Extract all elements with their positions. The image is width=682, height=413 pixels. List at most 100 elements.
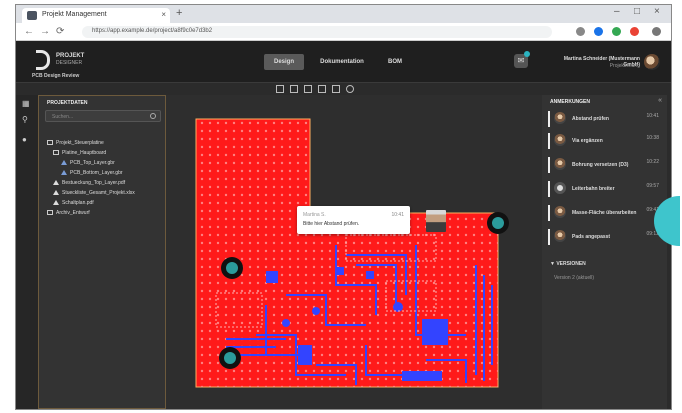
search-placeholder: Suchen... (52, 114, 74, 120)
comment-marker (548, 181, 550, 197)
logo-text: PROJEKT (56, 53, 85, 59)
tree-item[interactable]: PCB_Top_Layer.gbr (61, 160, 115, 166)
grid-icon[interactable]: ▦ (22, 99, 31, 108)
avatar (554, 206, 566, 218)
tree-item-label: Platine_Hauptboard (62, 150, 107, 156)
star-icon[interactable] (576, 27, 585, 36)
document-icon (53, 190, 59, 196)
comment-text: Via ergänzen (572, 138, 603, 144)
zoom-out-icon[interactable] (290, 85, 298, 93)
close-window-button[interactable]: × (654, 6, 660, 17)
comment-marker (548, 157, 550, 173)
url-field[interactable]: https://app.example.de/project/a8f9c0e7d… (82, 26, 552, 38)
extension-icon[interactable] (612, 27, 621, 36)
comment-item[interactable]: Masse-Fläche überarbeiten 09:41 (548, 203, 663, 223)
browser-window: Projekt Management × + – □ × ← → ⟳ https… (15, 4, 672, 410)
reload-button[interactable]: ⟳ (56, 26, 64, 37)
comment-item[interactable]: Bohrung versetzen (D3) 10:22 (548, 155, 663, 175)
user-role: Projektleitung (609, 63, 640, 69)
fit-view-icon[interactable] (304, 85, 312, 93)
document-icon (53, 200, 59, 206)
maximize-button[interactable]: □ (634, 6, 640, 17)
tab-bom[interactable]: BOM (380, 54, 410, 70)
document-icon (53, 180, 59, 186)
project-files-panel: PROJEKTDATEN Suchen... Projekt_Steuerpla… (38, 95, 166, 409)
tab-documentation[interactable]: Dokumentation (310, 54, 374, 70)
comment-item[interactable]: Pads angepasst 09:12 (548, 227, 663, 247)
comment-time: 10:41 (646, 113, 659, 119)
browser-tab[interactable]: Projekt Management × (22, 8, 170, 23)
tree-item-label: PCB_Bottom_Layer.gbr (70, 170, 123, 176)
comment-text: Pads angepasst (572, 234, 611, 240)
avatar (554, 158, 566, 170)
tree-item[interactable]: Projekt_Steuerplatine (47, 140, 104, 146)
avatar (554, 230, 566, 242)
minimize-button[interactable]: – (614, 6, 620, 17)
search-icon[interactable]: ⚲ (22, 115, 31, 124)
tree-item-label: Archiv_Entwurf (56, 210, 90, 216)
search-input[interactable]: Suchen... (45, 110, 161, 122)
new-tab-button[interactable]: + (176, 7, 182, 19)
comment-text: Abstand prüfen (572, 116, 609, 122)
tab-close-icon[interactable]: × (161, 10, 166, 19)
versions-section-title[interactable]: ▼ VERSIONEN (550, 261, 586, 267)
comment-time: 10:41 (391, 212, 404, 218)
comment-mode-icon[interactable] (346, 85, 354, 93)
measure-icon[interactable] (332, 85, 340, 93)
app-header: PROJEKT DESIGNER PCB Design Review Desig… (16, 41, 671, 83)
tab-design[interactable]: Design (264, 54, 304, 70)
folder-icon (47, 140, 53, 146)
folder-icon (47, 210, 53, 216)
layers-icon[interactable] (318, 85, 326, 93)
menu-icon[interactable] (652, 27, 661, 36)
search-icon (150, 113, 156, 119)
avatar (554, 134, 566, 146)
extension-icon[interactable] (594, 27, 603, 36)
tree-item-label: PCB_Top_Layer.gbr (70, 160, 115, 166)
folder-icon (53, 150, 59, 156)
section-title-label: VERSIONEN (556, 261, 586, 267)
comment-marker (548, 229, 550, 245)
comment-text: Bitte hier Abstand prüfen. (303, 221, 360, 227)
pcb-drawing (195, 118, 509, 388)
pcb-canvas[interactable] (166, 95, 542, 409)
tree-item[interactable]: Schaltplan.pdf (53, 200, 94, 206)
tree-item-label: Projekt_Steuerplatine (56, 140, 104, 146)
collapse-icon[interactable]: « (658, 97, 662, 104)
notification-badge (524, 51, 530, 57)
address-bar: ← → ⟳ https://app.example.de/project/a8f… (16, 23, 671, 41)
avatar[interactable] (644, 54, 660, 70)
comment-item[interactable]: Via ergänzen 10:38 (548, 131, 663, 151)
page-subtitle: PCB Design Review (32, 73, 80, 79)
layer-file-icon (61, 170, 67, 176)
panel-title: ANMERKUNGEN (550, 99, 590, 105)
avatar (554, 182, 566, 194)
tree-item-label: Schaltplan.pdf (62, 200, 94, 206)
comments-panel: ANMERKUNGEN « Abstand prüfen 10:41 Via e… (542, 95, 667, 409)
comment-text: Leiterbahn breiter (572, 186, 615, 192)
comment-item[interactable]: Leiterbahn breiter 09:57 (548, 179, 663, 199)
tree-item[interactable]: Stueckliste_Gesamt_Projekt.xlsx (53, 190, 135, 196)
tree-item-label: Stueckliste_Gesamt_Projekt.xlsx (62, 190, 135, 196)
panel-title: PROJEKTDATEN (47, 100, 88, 106)
comment-marker (548, 133, 550, 149)
tree-item[interactable]: Archiv_Entwurf (47, 210, 90, 216)
comment-text: Bohrung versetzen (D3) (572, 162, 629, 168)
extension-icon[interactable] (630, 27, 639, 36)
favicon-icon (27, 11, 37, 20)
comment-popup[interactable]: Martina S. 10:41 Bitte hier Abstand prüf… (297, 206, 410, 234)
comment-time: 09:57 (646, 183, 659, 189)
comment-item[interactable]: Abstand prüfen 10:41 (548, 109, 663, 129)
tree-item[interactable]: Bestueckung_Top_Layer.pdf (53, 180, 125, 186)
tree-item[interactable]: PCB_Bottom_Layer.gbr (61, 170, 123, 176)
dot-icon[interactable]: ● (22, 135, 31, 144)
zoom-in-icon[interactable] (276, 85, 284, 93)
version-item[interactable]: Version 2 (aktuell) (554, 275, 594, 281)
comment-author: Martina S. (303, 212, 326, 218)
comment-time: 10:38 (646, 135, 659, 141)
forward-button[interactable]: → (40, 26, 50, 37)
back-button[interactable]: ← (24, 26, 34, 37)
comment-marker (548, 111, 550, 127)
tree-item[interactable]: Platine_Hauptboard (53, 150, 106, 156)
logo-icon (36, 50, 50, 70)
